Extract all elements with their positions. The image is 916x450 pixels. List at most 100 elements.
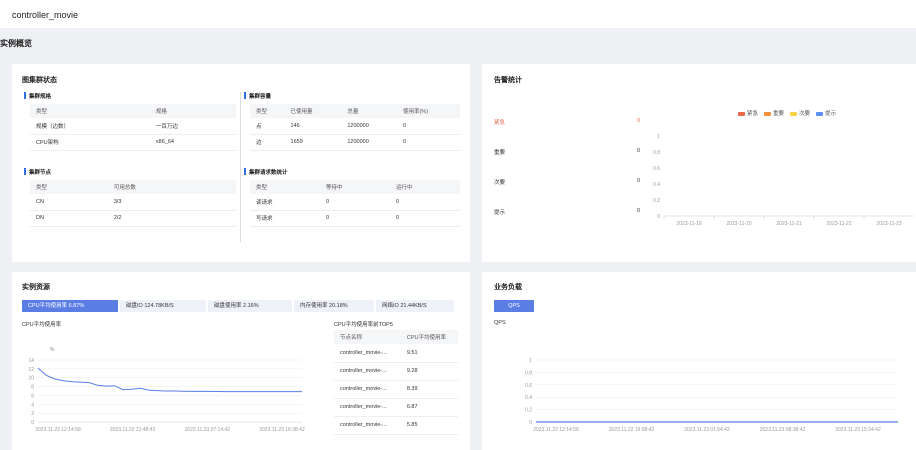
table-cell: x86_64 (149, 134, 236, 151)
business-card: 业务负载 QPS QPS 0 0.2 0.4 0.6 0.8 1 2023.11.22 12… (482, 272, 916, 450)
table-cell: 边 (250, 134, 285, 151)
y-tick-label: 2 (31, 411, 34, 417)
table-cell: 0 (320, 194, 390, 211)
alarm-row-minor: 次要 0 (494, 178, 640, 186)
table-cell: controller_movie-... (334, 380, 401, 399)
table-cell: 一百万边 (149, 118, 236, 135)
cpu-chart-title: CPU平均使用率 (22, 322, 62, 328)
table-cell: 3/3 (107, 194, 236, 211)
qps-button[interactable]: QPS (494, 300, 534, 312)
table-cell: 9.51 (400, 344, 458, 363)
table-cell: controller_movie-... (334, 344, 401, 363)
x-tick-label: 2023-11-19 (676, 221, 701, 227)
table-row: 写请求 0 0 (250, 210, 460, 227)
y-tick-label: 1 (657, 134, 660, 140)
top-bar: controller_movie (0, 0, 916, 28)
table-cell: 0 (390, 210, 460, 227)
table-header: 已使用量 (284, 104, 342, 118)
table-row: CN 3/3 (30, 194, 236, 211)
table-cell: 1200000 (341, 118, 397, 135)
x-tick-label: 2023-11-21 (776, 221, 801, 227)
table-cell: 2/2 (107, 210, 236, 227)
table-cell: 6.87 (400, 398, 458, 417)
y-tick-label: 12 (28, 367, 34, 373)
table-cell: 点 (250, 118, 285, 135)
cluster-capacity-table: 类型 已使用量 总量 使用率(%) 点 146 1200000 0 边 1659 1200000… (250, 104, 460, 151)
cluster-spec-table: 类型 规格 规模（边数） 一百万边 CPU架构 x86_64 (30, 104, 236, 151)
table-cell: 0 (390, 194, 460, 211)
x-tick-label: 2023.11.22 19:08:42 (609, 427, 655, 433)
table-row: DN 2/2 (30, 210, 236, 227)
app-title: controller_movie (12, 10, 79, 20)
y-tick-label: 1 (529, 358, 532, 364)
legend-swatch (738, 111, 745, 116)
legend-item[interactable]: 提示 (816, 109, 836, 117)
tab-disk-io[interactable]: 磁盘IO 124.78KB/S (120, 300, 206, 312)
alarm-row-major: 重要 0 (494, 148, 640, 156)
resources-title: 实例资源 (22, 284, 50, 291)
cluster-status-card: 图集群状态 集群规格 类型 规格 规模（边数） 一百万边 CPU架构 x86_64 集… (12, 64, 470, 262)
table-row: controller_movie-... 6.87 (334, 398, 458, 417)
cpu-unit-label: % (50, 347, 55, 353)
resources-card: 实例资源 CPU平均使用率 6.87% 磁盘IO 124.78KB/S 磁盘使用… (12, 272, 470, 450)
table-cell: 5.85 (400, 416, 458, 435)
y-tick-label: 0 (31, 420, 34, 426)
table-header: 运行中 (390, 180, 460, 194)
top5-table: 节点名称 CPU平均使用率 controller_movie-... 9.51 co… (334, 330, 458, 435)
table-row: 边 1659 1200000 0 (250, 134, 460, 151)
table-cell: CN (30, 194, 108, 211)
cluster-requests-title: 集群请求数统计 (244, 168, 288, 176)
y-tick-label: 0.8 (653, 150, 660, 156)
table-cell: 0 (396, 118, 460, 135)
y-tick-label: 0 (657, 214, 660, 220)
table-row: 规模（边数） 一百万边 (30, 118, 236, 135)
y-tick-label: 0.8 (525, 370, 532, 376)
cpu-series-line (37, 367, 302, 393)
table-cell: 8.39 (400, 380, 458, 399)
legend-item[interactable]: 次要 (790, 109, 810, 117)
table-row: controller_movie-... 5.85 (334, 416, 458, 435)
table-row: 读请求 0 0 (250, 194, 460, 211)
table-cell: 9.28 (400, 362, 458, 381)
y-tick-label: 0.2 (525, 408, 532, 414)
tab-network-io[interactable]: 网络IO 21.44KB/S (376, 300, 454, 312)
y-tick-label: 14 (28, 358, 34, 364)
x-tick-label: 2023.11.23 16:38:42 (259, 427, 305, 433)
table-header: 类型 (250, 180, 320, 194)
qps-chart-title: QPS (494, 320, 506, 326)
table-header: 类型 (30, 104, 150, 118)
cluster-capacity-title: 集群容量 (244, 92, 271, 100)
alarm-row-hint: 提示 0 (494, 208, 640, 216)
table-cell: 读请求 (250, 194, 320, 211)
tab-disk-usage[interactable]: 磁盘使用率 2.16% (208, 300, 292, 312)
cluster-status-title: 图集群状态 (22, 77, 57, 84)
alarm-count: 0 (636, 118, 640, 124)
table-cell: 146 (284, 118, 342, 135)
legend-label: 次要 (799, 111, 811, 117)
legend-swatch (816, 111, 824, 116)
alarm-row-urgent: 紧急 0 (494, 118, 640, 126)
business-title: 业务负载 (494, 284, 522, 291)
table-row: controller_movie-... 9.28 (334, 362, 458, 381)
table-cell: 规模（边数） (30, 118, 150, 135)
legend-label: 提示 (825, 111, 837, 117)
y-tick-label: 0 (529, 420, 532, 426)
table-header: 类型 (250, 104, 285, 118)
alarm-count: 0 (636, 178, 640, 184)
cpu-chart: 0 2 4 6 8 10 12 14 2023.11.22 12:14:58 2023.11.22… (28, 358, 305, 433)
tab-cpu[interactable]: CPU平均使用率 6.87% (22, 300, 118, 312)
alarm-label: 次要 (494, 180, 506, 186)
x-tick-label: 2023.11.22 12:14:58 (533, 427, 579, 433)
tab-memory[interactable]: 内存使用率 20.18% (294, 300, 374, 312)
legend-item[interactable]: 紧急 (738, 109, 758, 117)
table-cell: 1659 (284, 134, 342, 151)
cluster-spec-title: 集群规格 (24, 92, 51, 100)
table-cell: CPU架构 (30, 134, 150, 151)
legend-item[interactable]: 重要 (764, 109, 784, 117)
legend-label: 紧急 (747, 111, 759, 117)
alarm-label: 紧急 (494, 120, 506, 126)
x-tick-label: 2023-11-22 (826, 221, 851, 227)
alarm-card: 告警统计 紧急 0 重要 0 次要 0 提示 0 紧急 重要 次要 提示 0 0.… (482, 64, 916, 262)
table-cell: controller_movie-... (334, 362, 401, 381)
cluster-nodes-title: 集群节点 (24, 168, 51, 176)
